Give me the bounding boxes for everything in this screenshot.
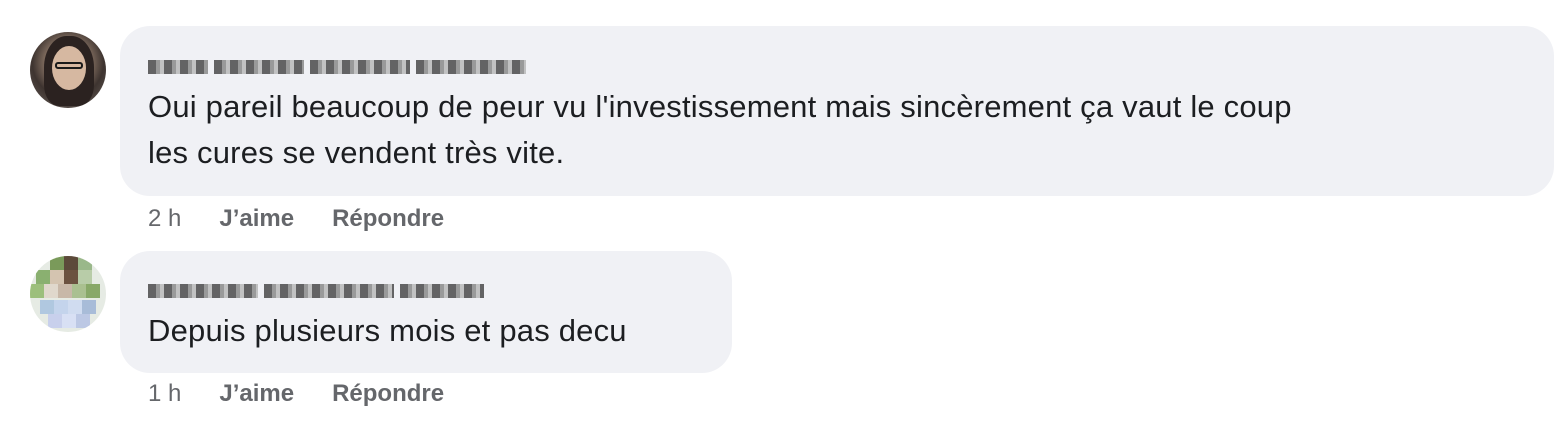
like-button[interactable]: J’aime — [219, 205, 294, 233]
reply-button[interactable]: Répondre — [332, 205, 444, 233]
redaction-block — [148, 284, 258, 298]
avatar[interactable] — [30, 256, 106, 332]
comment-meta: 2 h J’aime Répondre — [148, 205, 482, 233]
comment-meta: 1 h J’aime Répondre — [148, 380, 482, 408]
redaction-block — [148, 60, 208, 74]
reply-button[interactable]: Répondre — [332, 380, 444, 408]
redaction-block — [264, 284, 394, 298]
comment-timestamp[interactable]: 2 h — [148, 205, 181, 233]
like-button[interactable]: J’aime — [219, 380, 294, 408]
avatar-pixel — [30, 284, 44, 298]
avatar-pixel — [76, 314, 90, 328]
redaction-block — [310, 60, 410, 74]
author-name-redacted[interactable] — [148, 58, 526, 76]
avatar-glasses — [55, 62, 83, 69]
avatar-pixel — [78, 270, 92, 284]
avatar-pixel — [64, 256, 78, 270]
avatar-pixel — [50, 270, 64, 284]
avatar-pixel — [58, 284, 72, 298]
avatar-pixel — [40, 300, 54, 314]
comment-text-line-1: Depuis plusieurs mois et pas decu — [148, 313, 627, 348]
redaction-block — [400, 284, 484, 298]
avatar-pixel — [68, 300, 82, 314]
comment-text-line-2: les cures se vendent très vite. — [148, 135, 565, 170]
avatar-pixel — [36, 270, 50, 284]
avatar[interactable] — [30, 32, 106, 108]
avatar-pixel — [62, 314, 76, 328]
avatar-pixel — [86, 284, 100, 298]
comment-text: Depuis plusieurs mois et pas decu — [148, 308, 627, 354]
avatar-pixel — [72, 284, 86, 298]
avatar-pixel — [50, 256, 64, 270]
avatar-pixel — [54, 300, 68, 314]
redaction-block — [214, 60, 304, 74]
avatar-pixel — [64, 270, 78, 284]
avatar-pixel — [82, 300, 96, 314]
author-name-redacted[interactable] — [148, 282, 484, 300]
avatar-pixel — [48, 314, 62, 328]
comment-timestamp[interactable]: 1 h — [148, 380, 181, 408]
avatar-pixel — [78, 256, 92, 270]
comment-text-line-1: Oui pareil beaucoup de peur vu l'investi… — [148, 89, 1292, 124]
redaction-block — [416, 60, 526, 74]
comment-text: Oui pareil beaucoup de peur vu l'investi… — [148, 84, 1292, 176]
avatar-pixel — [44, 284, 58, 298]
